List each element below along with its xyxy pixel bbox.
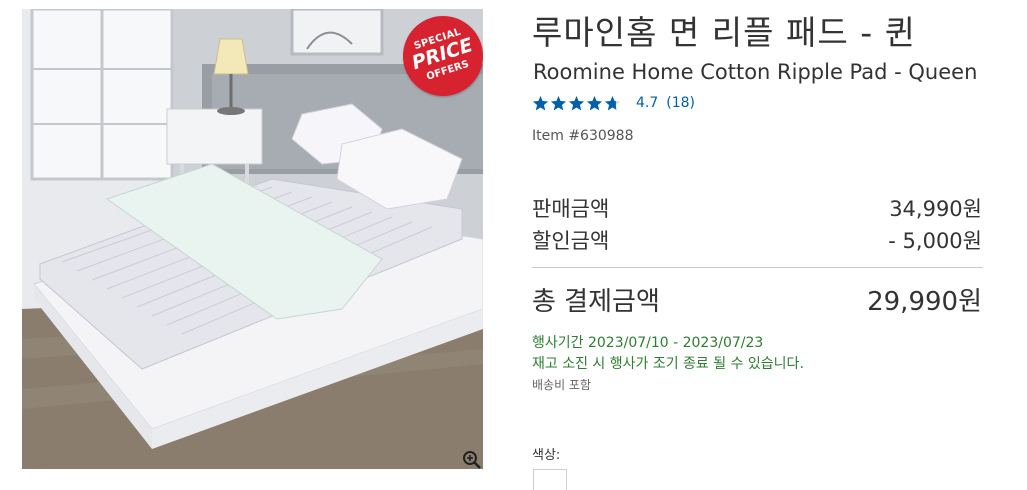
shipping-note: 배송비 포함	[532, 378, 592, 392]
price-divider	[532, 267, 983, 268]
zoom-button[interactable]	[461, 449, 483, 469]
star-icon	[550, 95, 567, 110]
discount-value: - 5,000원	[888, 229, 982, 253]
sale-price-value: 34,990원	[889, 197, 982, 221]
zoom-in-icon	[463, 451, 481, 469]
promo-note: 재고 소진 시 행사가 조기 종료 될 수 있습니다.	[532, 356, 804, 372]
product-title-english: Roomine Home Cotton Ripple Pad - Queen	[533, 60, 978, 84]
color-swatch[interactable]	[533, 469, 567, 490]
star-icon	[532, 95, 549, 110]
star-icon	[586, 95, 603, 110]
star-icon	[604, 95, 621, 110]
rating-stars	[532, 95, 622, 112]
color-option-label: 색상:	[532, 448, 561, 463]
product-image[interactable]: SPECIAL PRICE OFFERS	[22, 9, 483, 469]
item-number: Item #630988	[532, 128, 634, 144]
total-price-value: 29,990원	[867, 287, 982, 317]
star-icon	[568, 95, 585, 110]
discount-label: 할인금액	[532, 229, 610, 253]
rating-summary[interactable]: 4.7 (18)	[532, 92, 695, 114]
sale-price-label: 판매금액	[532, 197, 610, 221]
sale-price-row: 판매금액 34,990원	[532, 193, 982, 223]
product-title-korean: 루마인홈 면 리플 패드 - 퀸	[532, 13, 916, 52]
rating-value: 4.7	[636, 95, 659, 111]
discount-row: 할인금액 - 5,000원	[532, 225, 982, 255]
review-count-link[interactable]: (18)	[666, 95, 695, 111]
total-price-row: 총 결제금액 29,990원	[532, 281, 982, 318]
total-price-label: 총 결제금액	[532, 287, 660, 317]
promo-period: 행사기간 2023/07/10 - 2023/07/23	[532, 335, 764, 351]
